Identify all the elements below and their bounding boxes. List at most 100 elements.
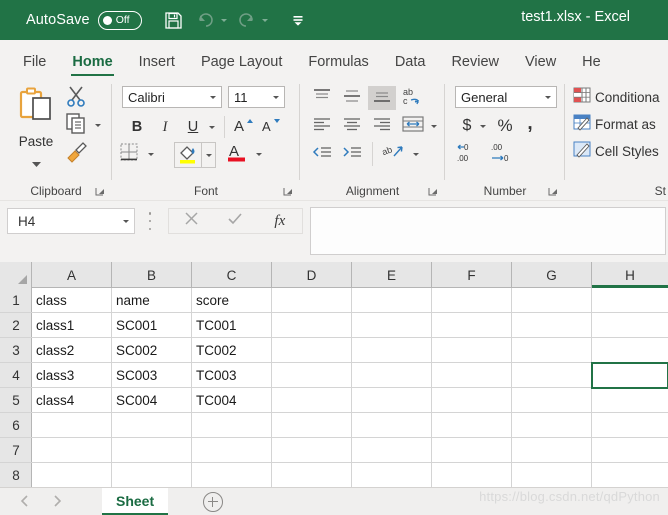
previous-sheet-button[interactable] [18, 494, 32, 513]
cell-c5[interactable]: TC004 [192, 388, 272, 413]
cell-d7[interactable] [272, 438, 352, 463]
save-button[interactable] [159, 5, 189, 35]
accounting-format-button[interactable]: $ [457, 114, 477, 138]
underline-dropdown-button[interactable] [205, 116, 219, 138]
top-align-button[interactable] [308, 86, 336, 110]
increase-indent-button[interactable] [338, 142, 366, 166]
row-header-5[interactable]: 5 [0, 388, 32, 413]
italic-button[interactable]: I [154, 116, 176, 138]
center-align-button[interactable] [338, 114, 366, 138]
cell-b7[interactable] [112, 438, 192, 463]
merge-and-center-button[interactable] [400, 114, 426, 138]
font-size-combobox[interactable]: 11 [228, 86, 285, 108]
cell-f2[interactable] [432, 313, 512, 338]
row-header-6[interactable]: 6 [0, 413, 32, 438]
cell-c8[interactable] [192, 463, 272, 487]
conditional-formatting-button[interactable]: Conditiona [573, 86, 660, 109]
cell-f3[interactable] [432, 338, 512, 363]
cell-d6[interactable] [272, 413, 352, 438]
cell-d8[interactable] [272, 463, 352, 487]
cell-a5[interactable]: class4 [32, 388, 112, 413]
column-header-g[interactable]: G [512, 262, 592, 288]
font-dialog-launcher[interactable] [282, 185, 294, 197]
cell-c6[interactable] [192, 413, 272, 438]
cell-d5[interactable] [272, 388, 352, 413]
cell-e4[interactable] [352, 363, 432, 388]
font-color-button[interactable]: A [224, 142, 250, 166]
borders-button[interactable] [120, 142, 154, 166]
orientation-button[interactable]: ab [380, 142, 408, 166]
cell-b8[interactable] [112, 463, 192, 487]
confirm-entry-button[interactable] [213, 209, 257, 233]
cell-e6[interactable] [352, 413, 432, 438]
cell-a3[interactable]: class2 [32, 338, 112, 363]
next-sheet-button[interactable] [50, 494, 64, 513]
decrease-indent-button[interactable] [308, 142, 336, 166]
autosave-toggle[interactable]: Off [97, 10, 142, 30]
formula-input[interactable] [310, 207, 666, 255]
cell-a7[interactable] [32, 438, 112, 463]
sheet-tab-sheet[interactable]: Sheet [102, 488, 169, 515]
cell-g2[interactable] [512, 313, 592, 338]
fill-color-button[interactable] [174, 142, 202, 168]
redo-button[interactable] [232, 5, 262, 35]
cell-d4[interactable] [272, 363, 352, 388]
cell-c1[interactable]: score [192, 288, 272, 313]
cell-h1[interactable] [592, 288, 668, 313]
column-header-a[interactable]: A [32, 262, 112, 288]
wrap-text-button[interactable]: ab c [400, 86, 428, 110]
column-header-c[interactable]: C [192, 262, 272, 288]
font-color-dropdown-button[interactable] [252, 142, 266, 166]
cell-styles-button[interactable]: Cell Styles [573, 140, 659, 163]
fill-color-dropdown-button[interactable] [202, 142, 216, 168]
cancel-entry-button[interactable] [169, 209, 213, 233]
row-header-8[interactable]: 8 [0, 463, 32, 487]
cell-d1[interactable] [272, 288, 352, 313]
cell-f5[interactable] [432, 388, 512, 413]
column-header-f[interactable]: F [432, 262, 512, 288]
cell-c2[interactable]: TC001 [192, 313, 272, 338]
decrease-decimal-button[interactable]: .00 0 [489, 142, 519, 166]
decrease-font-size-button[interactable]: A [260, 116, 284, 138]
cell-h7[interactable] [592, 438, 668, 463]
cell-b3[interactable]: SC002 [112, 338, 192, 363]
column-header-e[interactable]: E [352, 262, 432, 288]
tab-review[interactable]: Review [438, 54, 512, 79]
tab-formulas[interactable]: Formulas [295, 54, 381, 79]
select-all-button[interactable] [0, 262, 32, 288]
cell-h8[interactable] [592, 463, 668, 487]
paste-dropdown-button[interactable] [31, 154, 41, 172]
align-right-button[interactable] [368, 114, 396, 138]
tab-help[interactable]: He [569, 54, 614, 79]
copy-button[interactable] [64, 111, 101, 140]
underline-button[interactable]: U [182, 116, 204, 138]
borders-dropdown-button[interactable] [147, 152, 154, 156]
column-header-b[interactable]: B [112, 262, 192, 288]
cell-d2[interactable] [272, 313, 352, 338]
tab-insert[interactable]: Insert [126, 54, 188, 79]
number-dialog-launcher[interactable] [547, 185, 559, 197]
cell-b2[interactable]: SC001 [112, 313, 192, 338]
formula-bar-drag-handle[interactable] [148, 212, 152, 230]
middle-align-button[interactable] [338, 86, 366, 110]
alignment-dialog-launcher[interactable] [427, 185, 439, 197]
name-box[interactable]: H4 [7, 208, 135, 234]
accounting-dropdown-button[interactable] [477, 114, 489, 138]
increase-decimal-button[interactable]: 0 .00 [455, 142, 485, 166]
bottom-align-button[interactable] [368, 86, 396, 110]
tab-home[interactable]: Home [59, 54, 125, 79]
redo-dropdown-button[interactable] [259, 5, 271, 35]
cell-g5[interactable] [512, 388, 592, 413]
increase-font-size-button[interactable]: A [232, 116, 256, 138]
cell-a4[interactable]: class3 [32, 363, 112, 388]
cell-f1[interactable] [432, 288, 512, 313]
cell-b5[interactable]: SC004 [112, 388, 192, 413]
cell-h2[interactable] [592, 313, 668, 338]
percent-format-button[interactable]: % [493, 114, 517, 138]
name-box-dropdown-button[interactable] [118, 219, 134, 223]
cell-b1[interactable]: name [112, 288, 192, 313]
spreadsheet-grid[interactable]: A B C D E F G H 1 2 3 4 5 6 7 8 class na… [0, 262, 668, 487]
number-format-combobox[interactable]: General [455, 86, 557, 108]
insert-function-button[interactable]: fx [258, 209, 302, 233]
cell-h3[interactable] [592, 338, 668, 363]
